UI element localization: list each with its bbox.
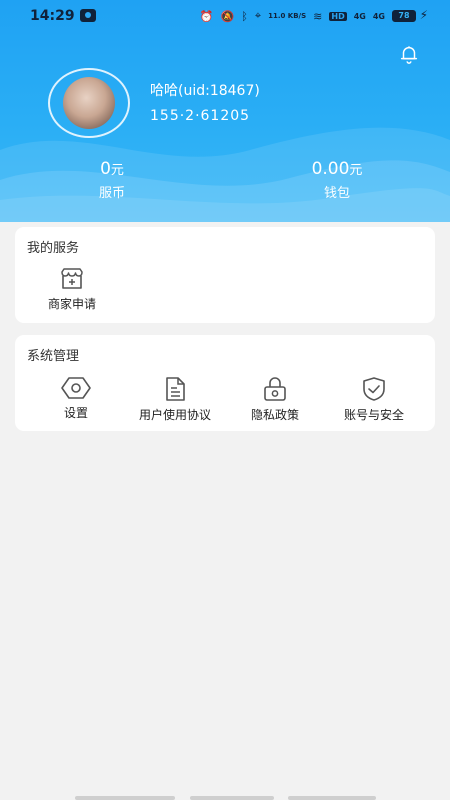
nav-indicator-center <box>190 796 274 800</box>
lock-icon <box>264 377 286 401</box>
status-icons: ⏰ 🔕 ᛒ ⌖ 11.0 KB/S ≋ HD 4G 4G 78 <box>200 7 416 25</box>
charging-icon: ⚡ <box>419 8 428 22</box>
screen-record-icon <box>80 9 96 22</box>
coins-unit: 元 <box>110 163 124 178</box>
location-icon: ⌖ <box>254 9 262 22</box>
system-management-card: 系统管理 设置 用户使用协议 隐私政策 账号与安全 <box>15 335 435 431</box>
user-agreement-button[interactable]: 用户使用协议 <box>127 376 223 423</box>
merchant-apply-button[interactable]: 商家申请 <box>37 267 107 312</box>
avatar[interactable] <box>48 68 130 138</box>
shop-icon <box>61 268 83 289</box>
my-services-card: 我的服务 商家申请 <box>15 227 435 323</box>
shield-check-icon <box>363 377 385 401</box>
nav-indicator-left <box>75 796 175 800</box>
alarm-icon: ⏰ <box>199 9 214 23</box>
coins-value-line: 0元 <box>52 158 172 182</box>
coins-label: 服币 <box>98 186 125 201</box>
phone-number: 155·2·61205 <box>150 108 251 124</box>
user-agreement-label: 用户使用协议 <box>138 408 211 422</box>
wifi-icon: ≋ <box>313 9 323 23</box>
hd-badge: HD <box>329 11 347 21</box>
avatar-photo <box>63 77 115 129</box>
privacy-policy-button[interactable]: 隐私政策 <box>239 376 311 423</box>
notification-bell-icon[interactable] <box>398 43 420 65</box>
account-security-label: 账号与安全 <box>343 408 404 422</box>
account-security-button[interactable]: 账号与安全 <box>333 376 415 423</box>
mute-icon: 🔕 <box>220 9 235 23</box>
bluetooth-icon: ᛒ <box>241 9 248 23</box>
signal-2: 4G <box>372 11 385 21</box>
settings-label: 设置 <box>63 406 88 420</box>
signal-1: 4G <box>353 11 366 21</box>
merchant-apply-label: 商家申请 <box>47 297 96 311</box>
settings-button[interactable]: 设置 <box>41 376 111 421</box>
privacy-policy-label: 隐私政策 <box>250 408 299 422</box>
document-icon <box>166 377 185 401</box>
status-time: 14:29 <box>30 8 75 24</box>
wallet-value-line: 0.00元 <box>277 158 397 182</box>
wallet-stat[interactable]: 0.00元 钱包 <box>277 158 397 204</box>
coins-stat[interactable]: 0元 服币 <box>52 158 172 204</box>
profile-screen: 14:29 ⏰ 🔕 ᛒ ⌖ 11.0 KB/S ≋ HD 4G 4G 78 ⚡ <box>0 0 450 800</box>
username: 哈哈(uid:18467) <box>150 83 260 99</box>
wallet-unit: 元 <box>349 163 363 178</box>
wallet-value: 0.00 <box>311 159 350 179</box>
profile-header: 14:29 ⏰ 🔕 ᛒ ⌖ 11.0 KB/S ≋ HD 4G 4G 78 ⚡ <box>0 0 450 222</box>
status-bar: 14:29 ⏰ 🔕 ᛒ ⌖ 11.0 KB/S ≋ HD 4G 4G 78 ⚡ <box>0 0 450 32</box>
my-services-title: 我的服务 <box>27 241 80 256</box>
coins-value: 0 <box>100 159 111 179</box>
wallet-label: 钱包 <box>323 186 350 201</box>
settings-icon <box>61 377 91 399</box>
battery-indicator: 78 <box>392 10 416 22</box>
system-management-title: 系统管理 <box>27 349 80 364</box>
network-speed: 11.0 KB/S <box>268 11 307 20</box>
nav-indicator-right <box>288 796 376 800</box>
